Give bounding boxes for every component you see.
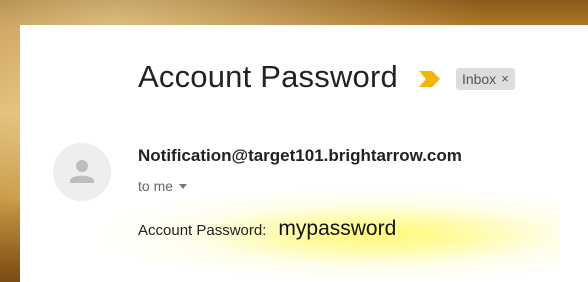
email-message-view: Account Password Inbox × Notification@ta… — [20, 25, 588, 282]
inbox-label-text: Inbox — [461, 70, 497, 87]
recipient-text: to me — [138, 178, 174, 194]
email-body: Account Password: mypassword — [138, 217, 396, 241]
close-icon[interactable]: × — [501, 72, 509, 85]
avatar[interactable] — [53, 143, 111, 201]
inbox-label-chip[interactable]: Inbox × — [455, 67, 515, 90]
email-subject: Account Password — [138, 59, 398, 94]
chevron-down-icon[interactable] — [179, 184, 188, 189]
sender-address[interactable]: Notification@target101.brightarrow.com — [138, 146, 462, 166]
importance-marker-icon[interactable] — [418, 70, 442, 88]
recipient-row[interactable]: to me — [138, 178, 188, 194]
password-value: mypassword — [278, 217, 397, 240]
body-label: Account Password: — [138, 222, 267, 239]
person-icon — [70, 160, 94, 183]
subject-row: Account Password Inbox × — [138, 59, 515, 95]
